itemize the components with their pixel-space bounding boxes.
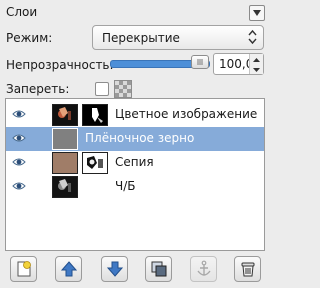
new-layer-icon bbox=[17, 261, 31, 277]
opacity-label: Непрозрачность: bbox=[6, 58, 114, 72]
mask-thumbnail-icon bbox=[92, 108, 103, 123]
mode-label: Режим: bbox=[6, 31, 53, 45]
layer-name: Плёночное зерно bbox=[85, 131, 195, 145]
delete-layer-button[interactable] bbox=[234, 256, 261, 282]
layer-row-selected[interactable]: Плёночное зерно bbox=[6, 127, 264, 151]
layer-row[interactable]: Цветное изображение bbox=[6, 103, 264, 127]
chain-slot[interactable] bbox=[33, 155, 49, 171]
lower-layer-button[interactable] bbox=[101, 256, 128, 282]
new-layer-button[interactable] bbox=[10, 256, 37, 282]
layers-list[interactable]: Цветное изображение Плёночное зерно Сепи… bbox=[5, 98, 265, 251]
duplicate-layer-icon bbox=[151, 261, 166, 277]
layer-mask-thumbnail bbox=[82, 152, 108, 174]
eye-icon[interactable] bbox=[12, 181, 26, 191]
layer-row[interactable]: Сепия bbox=[6, 151, 264, 175]
layer-row[interactable]: Ч/Б bbox=[6, 175, 264, 199]
layer-thumbnail bbox=[52, 176, 78, 198]
opacity-spinbox[interactable]: 100,0 bbox=[213, 53, 264, 75]
layer-name: Ч/Б bbox=[115, 179, 136, 193]
trash-icon bbox=[241, 262, 254, 277]
alpha-checker-icon bbox=[114, 80, 132, 98]
chain-slot[interactable] bbox=[33, 131, 49, 147]
anchor-layer-icon bbox=[196, 260, 211, 276]
layer-thumbnail bbox=[52, 104, 78, 126]
raise-layer-button[interactable] bbox=[55, 256, 82, 282]
raise-layer-icon bbox=[60, 261, 77, 277]
layer-name: Цветное изображение bbox=[115, 107, 258, 121]
eye-icon[interactable] bbox=[12, 157, 26, 167]
spin-up-button[interactable] bbox=[250, 54, 263, 64]
chain-slot[interactable] bbox=[33, 179, 49, 195]
chain-slot[interactable] bbox=[33, 107, 49, 123]
lower-layer-icon bbox=[106, 261, 123, 277]
spin-down-icon bbox=[253, 68, 260, 72]
mode-combo[interactable]: Перекрытие bbox=[92, 25, 264, 50]
mask-thumbnail-icon bbox=[87, 156, 103, 169]
duplicate-layer-button[interactable] bbox=[145, 256, 172, 282]
spin-down-button[interactable] bbox=[250, 64, 263, 74]
eye-icon[interactable] bbox=[12, 109, 26, 119]
combo-arrows-icon bbox=[248, 29, 257, 45]
lock-alpha-checkbox[interactable] bbox=[95, 82, 109, 96]
tab-menu-icon bbox=[253, 10, 261, 16]
tab-menu-button[interactable] bbox=[249, 5, 265, 21]
layer-thumbnail bbox=[52, 152, 78, 174]
anchor-layer-button[interactable] bbox=[190, 256, 217, 282]
grip-icon bbox=[197, 59, 203, 65]
photo-thumbnail-icon bbox=[58, 179, 71, 192]
layer-mask-thumbnail bbox=[82, 104, 108, 126]
opacity-slider-thumb[interactable] bbox=[191, 55, 209, 69]
layer-thumbnail bbox=[52, 128, 78, 150]
panel-title: Слои bbox=[6, 5, 38, 19]
mode-value: Перекрытие bbox=[102, 31, 180, 45]
eye-icon[interactable] bbox=[12, 133, 26, 143]
photo-thumbnail-icon bbox=[58, 107, 71, 120]
layer-name: Сепия bbox=[115, 155, 154, 169]
lock-label: Запереть: bbox=[6, 82, 70, 96]
